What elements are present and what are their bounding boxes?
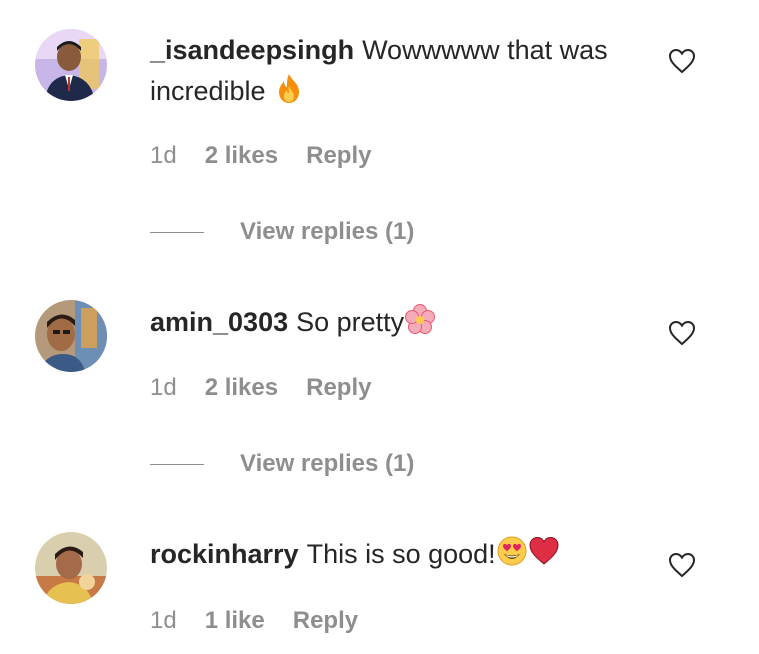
comment-meta: 1d 2 likes Reply <box>150 374 371 402</box>
comment-text: This is so good! <box>306 539 496 569</box>
red-heart-emoji <box>528 535 560 567</box>
avatar[interactable] <box>35 300 107 372</box>
like-heart-icon[interactable] <box>668 320 696 346</box>
likes-count[interactable]: 2 likes <box>205 374 278 402</box>
reply-button[interactable]: Reply <box>293 607 358 635</box>
like-heart-icon[interactable] <box>668 552 696 578</box>
comment-text: So pretty <box>296 307 405 337</box>
reply-button[interactable]: Reply <box>306 142 371 170</box>
view-replies-button[interactable]: View replies (1) <box>150 218 414 246</box>
reply-button[interactable]: Reply <box>306 374 371 402</box>
likes-count[interactable]: 1 like <box>205 607 265 635</box>
timestamp[interactable]: 1d <box>150 374 177 402</box>
comment-meta: 1d 1 like Reply <box>150 607 358 635</box>
comment-meta: 1d 2 likes Reply <box>150 142 371 170</box>
heart-eyes-emoji <box>496 535 528 567</box>
avatar[interactable] <box>35 532 107 604</box>
username[interactable]: _isandeepsingh <box>150 35 354 65</box>
cherry-blossom-emoji <box>404 303 436 335</box>
view-replies-label: View replies (1) <box>240 450 415 477</box>
timestamp[interactable]: 1d <box>150 607 177 635</box>
like-heart-icon[interactable] <box>668 48 696 74</box>
view-replies-label: View replies (1) <box>240 218 415 245</box>
avatar[interactable] <box>35 29 107 101</box>
divider-line <box>150 231 204 233</box>
fire-emoji <box>273 72 305 104</box>
likes-count[interactable]: 2 likes <box>205 142 278 170</box>
username[interactable]: rockinharry <box>150 539 299 569</box>
divider-line <box>150 463 204 465</box>
username[interactable]: amin_0303 <box>150 307 288 337</box>
timestamp[interactable]: 1d <box>150 142 177 170</box>
view-replies-button[interactable]: View replies (1) <box>150 450 414 478</box>
